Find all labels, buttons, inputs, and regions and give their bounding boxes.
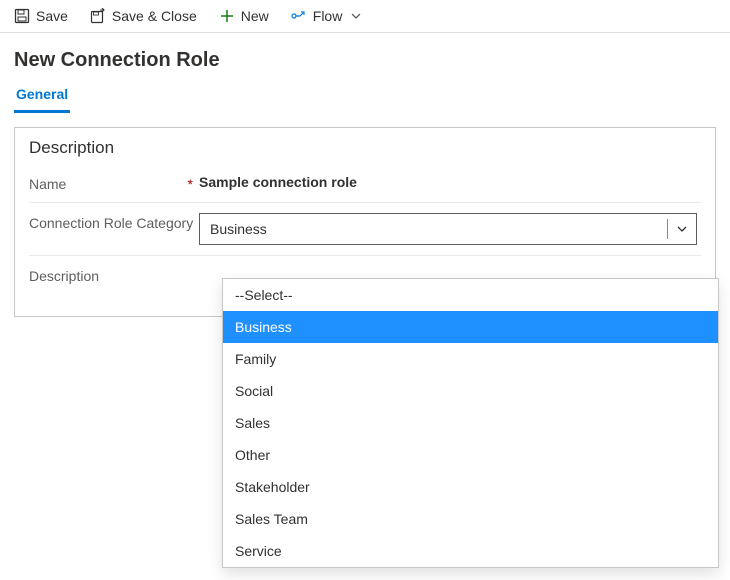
new-button[interactable]: New	[219, 8, 269, 24]
row-category: Connection Role Category Business	[29, 203, 701, 256]
dropdown-option[interactable]: Family	[223, 343, 718, 375]
dropdown-option[interactable]: Social	[223, 375, 718, 407]
section-title: Description	[15, 128, 715, 164]
command-bar: Save Save & Close New Flow	[0, 0, 730, 33]
flow-label: Flow	[313, 8, 343, 24]
tab-general[interactable]: General	[14, 80, 70, 113]
chevron-down-icon	[348, 8, 364, 24]
name-label: Name *	[29, 174, 199, 192]
save-label: Save	[36, 8, 68, 24]
description-label: Description	[29, 266, 199, 284]
row-name: Name * Sample connection role	[29, 164, 701, 203]
flow-icon	[291, 8, 307, 24]
chevron-down-icon	[667, 219, 688, 239]
category-select-value: Business	[210, 221, 267, 237]
required-marker: *	[188, 176, 193, 192]
save-button[interactable]: Save	[14, 8, 68, 24]
save-close-icon	[90, 8, 106, 24]
dropdown-option[interactable]: Sales	[223, 407, 718, 439]
category-dropdown: --Select--BusinessFamilySocialSalesOther…	[222, 278, 719, 568]
dropdown-option[interactable]: Service	[223, 535, 718, 567]
tabs: General	[0, 80, 730, 113]
save-close-button[interactable]: Save & Close	[90, 8, 197, 24]
save-close-label: Save & Close	[112, 8, 197, 24]
dropdown-option[interactable]: Sales Team	[223, 503, 718, 535]
save-icon	[14, 8, 30, 24]
dropdown-option[interactable]: --Select--	[223, 279, 718, 311]
category-label: Connection Role Category	[29, 213, 199, 231]
dropdown-option[interactable]: Stakeholder	[223, 471, 718, 503]
dropdown-option[interactable]: Other	[223, 439, 718, 471]
new-label: New	[241, 8, 269, 24]
plus-icon	[219, 8, 235, 24]
name-value[interactable]: Sample connection role	[199, 174, 701, 190]
page-title: New Connection Role	[0, 33, 730, 80]
flow-button[interactable]: Flow	[291, 8, 365, 24]
category-select[interactable]: Business	[199, 213, 697, 245]
dropdown-option[interactable]: Business	[223, 311, 718, 343]
